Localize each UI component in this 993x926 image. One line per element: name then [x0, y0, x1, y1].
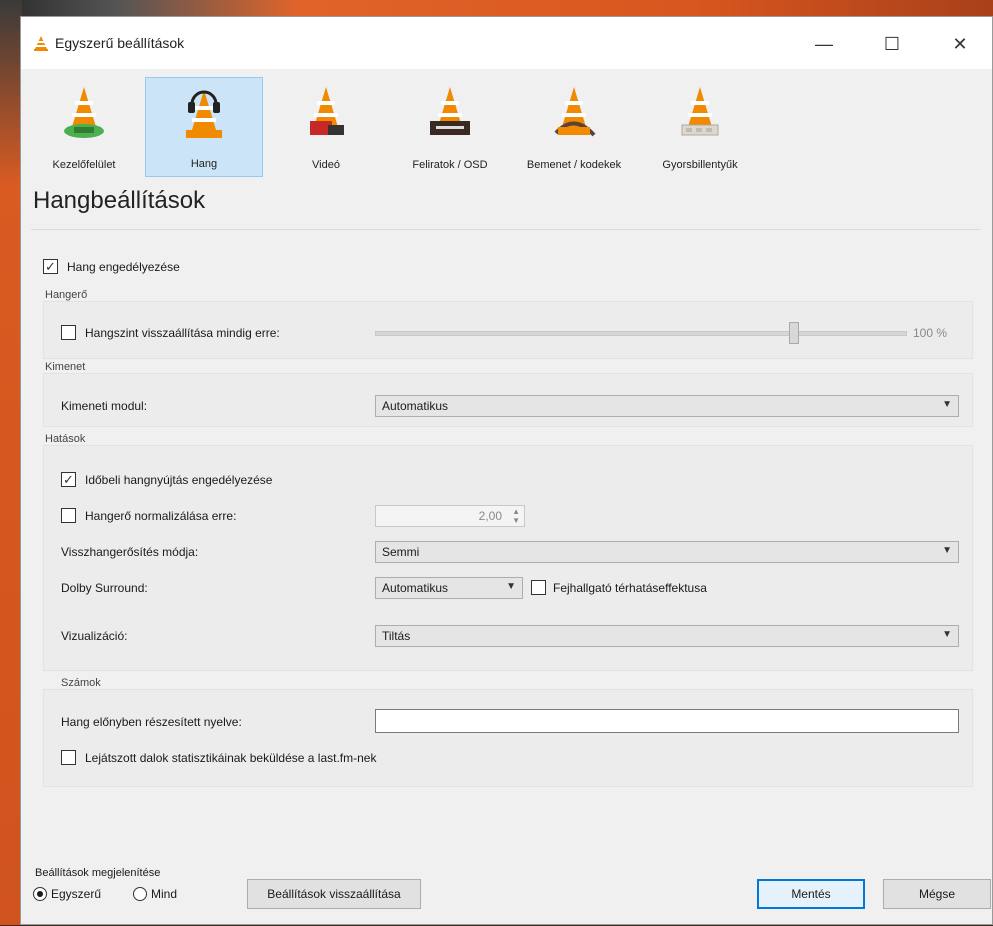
output-group-title: Kimenet [45, 361, 86, 373]
preferences-window: Egyszerű beállítások — ☐ ✕ Kezelőfelület [20, 16, 993, 925]
all-radio[interactable] [133, 887, 147, 901]
lastfm-checkbox[interactable] [61, 750, 76, 765]
chevron-down-icon: ▼ [942, 629, 952, 640]
timestretch-label: Időbeli hangnyújtás engedélyezése [85, 473, 273, 487]
visualization-label: Vizualizáció: [61, 629, 128, 643]
chevron-down-icon: ▼ [942, 399, 952, 410]
volume-reset-label: Hangszint visszaállítása mindig erre: [85, 326, 280, 340]
tracks-group-box [43, 689, 973, 787]
simple-radio-label: Egyszerű [51, 887, 102, 901]
replay-gain-select[interactable]: Semmi ▼ [375, 541, 959, 563]
lastfm-label: Lejátszott dalok statisztikáinak beküldé… [85, 751, 377, 765]
volume-group-title: Hangerő [45, 289, 88, 301]
output-module-label: Kimeneti modul: [61, 399, 148, 413]
output-module-value: Automatikus [382, 399, 449, 413]
desktop-background-left [0, 0, 22, 925]
preferred-lang-label: Hang előnyben részesített nyelve: [61, 715, 242, 729]
replay-gain-value: Semmi [382, 545, 420, 559]
dolby-select[interactable]: Automatikus ▼ [375, 577, 523, 599]
dolby-value: Automatikus [382, 581, 449, 595]
normalize-spinbox[interactable]: 2,00 ▲ ▼ [375, 505, 525, 527]
replay-gain-label: Visszhangerősítés módja: [61, 545, 199, 559]
reset-settings-button[interactable]: Beállítások visszaállítása [247, 879, 421, 909]
cancel-button[interactable]: Mégse [883, 879, 991, 909]
tracks-group-title: Számok [61, 677, 101, 689]
headphone-effect-label: Fejhallgató térhatáseffektusa [553, 581, 707, 595]
normalize-label: Hangerő normalizálása erre: [85, 509, 237, 523]
timestretch-checkbox[interactable]: ✓ [61, 472, 76, 487]
volume-reset-checkbox[interactable] [61, 325, 76, 340]
save-button[interactable]: Mentés [757, 879, 865, 909]
volume-slider-track[interactable] [375, 331, 907, 336]
spin-arrows-icon[interactable]: ▲ ▼ [512, 507, 520, 525]
output-module-select[interactable]: Automatikus ▼ [375, 395, 959, 417]
visualization-value: Tiltás [382, 629, 411, 643]
effects-group-title: Hatások [45, 433, 86, 445]
simple-radio[interactable] [33, 887, 47, 901]
visualization-select[interactable]: Tiltás ▼ [375, 625, 959, 647]
preferred-lang-input[interactable] [375, 709, 959, 733]
volume-slider-handle[interactable] [789, 322, 799, 344]
all-radio-label: Mind [151, 887, 178, 901]
audio-settings-panel: ✓ Hang engedélyezése Hangerő Hangszint v… [21, 17, 993, 926]
enable-audio-label: Hang engedélyezése [67, 260, 180, 274]
chevron-down-icon: ▼ [506, 581, 516, 592]
headphone-effect-checkbox[interactable] [531, 580, 546, 595]
enable-audio-checkbox[interactable]: ✓ [43, 259, 58, 274]
dolby-label: Dolby Surround: [61, 581, 148, 595]
normalize-checkbox[interactable] [61, 508, 76, 523]
show-settings-label: Beállítások megjelenítése [35, 867, 161, 879]
volume-value: 100 % [913, 326, 948, 340]
normalize-value: 2,00 [478, 509, 502, 523]
chevron-down-icon: ▼ [942, 545, 952, 556]
desktop-background-top [0, 0, 993, 16]
